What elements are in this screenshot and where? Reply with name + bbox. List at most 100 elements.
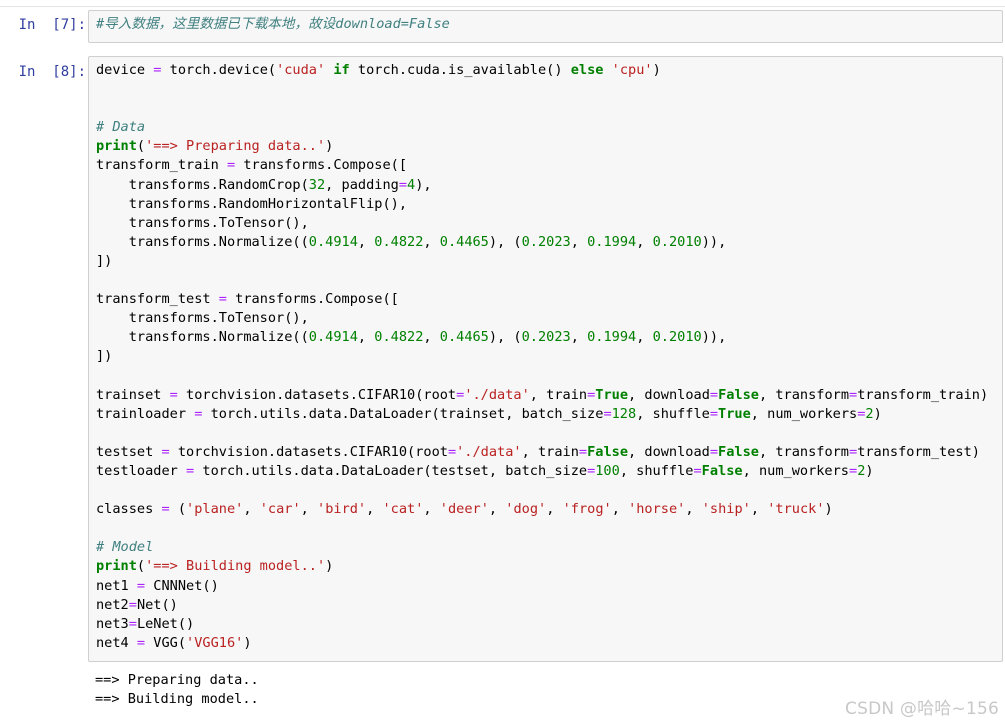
csdn-watermark: CSDN @哈哈~156 bbox=[845, 699, 999, 719]
code-token: = bbox=[169, 386, 178, 403]
code-token: , padding bbox=[325, 176, 399, 193]
code-token: ( bbox=[169, 501, 187, 518]
code-token: trainloader bbox=[96, 405, 195, 422]
code-token: = bbox=[218, 291, 227, 308]
code-token: = bbox=[226, 157, 236, 174]
code-line[interactable] bbox=[96, 99, 995, 118]
code-token: = bbox=[128, 615, 137, 632]
code-line[interactable]: # Model bbox=[96, 538, 995, 557]
code-line[interactable]: transforms.RandomCrop(32, padding=4), bbox=[96, 176, 995, 195]
code-line[interactable]: print('==> Building model..') bbox=[96, 557, 995, 576]
code-line[interactable]: transform_test = transforms.Compose([ bbox=[96, 290, 995, 309]
code-token: # Data bbox=[96, 119, 146, 136]
code-token: , train bbox=[529, 386, 588, 403]
code-line[interactable]: net2=Net() bbox=[96, 596, 995, 615]
code-token: if bbox=[333, 62, 350, 78]
code-line[interactable]: testloader = torch.utils.data.DataLoader… bbox=[96, 462, 995, 481]
code-token: = bbox=[603, 405, 612, 422]
code-line[interactable]: # Data bbox=[96, 118, 995, 137]
code-token: 0.2010 bbox=[652, 329, 702, 346]
code-line[interactable]: print('==> Preparing data..') bbox=[96, 137, 995, 156]
code-token: , download bbox=[628, 443, 710, 460]
top-divider bbox=[0, 6, 1005, 7]
code-line[interactable]: #导入数据，这里数据已下载本地，故设download=False bbox=[96, 15, 995, 34]
code-token: torch.utils.data.DataLoader(testset, bat… bbox=[194, 462, 588, 479]
code-token: transforms.RandomHorizontalFlip(), bbox=[96, 195, 407, 212]
code-token: 'cuda' bbox=[276, 62, 326, 78]
code-token: , bbox=[300, 501, 318, 518]
code-line[interactable] bbox=[96, 424, 995, 443]
code-token: 0.4914 bbox=[308, 233, 358, 250]
code-token: ) bbox=[325, 558, 334, 575]
code-token: , download bbox=[628, 386, 710, 403]
code-token: 'ship' bbox=[701, 501, 751, 518]
code-token: 0.4914 bbox=[308, 329, 358, 346]
code-line[interactable]: ]) bbox=[96, 252, 995, 271]
code-line[interactable]: testset = torchvision.datasets.CIFAR10(r… bbox=[96, 443, 995, 462]
code-line[interactable]: trainloader = torch.utils.data.DataLoade… bbox=[96, 405, 995, 424]
code-input-area[interactable]: device = torch.device('cuda' if torch.cu… bbox=[88, 56, 1003, 662]
code-token: , shuffle bbox=[619, 462, 694, 479]
code-token: 2 bbox=[865, 405, 874, 422]
code-line[interactable]: net3=LeNet() bbox=[96, 615, 995, 634]
code-token: 'cpu' bbox=[611, 62, 653, 78]
code-token: 'dog' bbox=[505, 501, 547, 518]
code-token: net1 bbox=[96, 577, 137, 594]
code-line[interactable]: trainset = torchvision.datasets.CIFAR10(… bbox=[96, 386, 995, 405]
code-token: torch.utils.data.DataLoader(trainset, ba… bbox=[202, 405, 604, 422]
code-token: , bbox=[636, 329, 653, 346]
code-line[interactable]: transforms.RandomHorizontalFlip(), bbox=[96, 195, 995, 214]
code-token: , bbox=[357, 233, 375, 250]
code-token: transforms.ToTensor(), bbox=[96, 310, 309, 327]
code-token: ) bbox=[243, 634, 252, 651]
code-line[interactable]: transforms.ToTensor(), bbox=[96, 214, 995, 233]
code-token: False bbox=[718, 443, 759, 460]
code-token: transform_test bbox=[96, 291, 219, 308]
code-token: transforms.ToTensor(), bbox=[96, 214, 309, 231]
code-token: = bbox=[693, 462, 702, 479]
code-token: ]) bbox=[96, 348, 113, 365]
code-token: , bbox=[570, 233, 588, 250]
code-line[interactable] bbox=[96, 519, 995, 538]
code-token: True bbox=[595, 386, 629, 403]
code-line[interactable] bbox=[96, 367, 995, 386]
code-token: print bbox=[96, 138, 137, 155]
code-token: VGG( bbox=[145, 634, 187, 651]
code-line[interactable]: device = torch.device('cuda' if torch.cu… bbox=[96, 61, 995, 80]
code-token: = bbox=[447, 443, 457, 460]
code-line[interactable]: transform_train = transforms.Compose([ bbox=[96, 156, 995, 175]
code-line[interactable] bbox=[96, 80, 995, 99]
code-line[interactable]: transforms.ToTensor(), bbox=[96, 309, 995, 328]
code-token: = bbox=[161, 443, 170, 460]
code-token: , bbox=[488, 501, 506, 518]
code-token: = bbox=[709, 405, 719, 422]
code-token: net4 bbox=[96, 634, 137, 651]
code-token: 0.2010 bbox=[652, 233, 702, 250]
code-token: = bbox=[186, 462, 195, 479]
code-token: torchvision.datasets.CIFAR10(root bbox=[177, 386, 457, 403]
code-token: 0.4465 bbox=[439, 329, 489, 346]
code-line[interactable]: net1 = CNNNet() bbox=[96, 577, 995, 596]
code-token: ), bbox=[415, 176, 432, 193]
code-line[interactable] bbox=[96, 271, 995, 290]
code-line[interactable]: classes = ('plane', 'car', 'bird', 'cat'… bbox=[96, 500, 995, 519]
code-line[interactable]: transforms.Normalize((0.4914, 0.4822, 0.… bbox=[96, 233, 995, 252]
code-token: transforms.Normalize(( bbox=[96, 329, 309, 346]
code-token: , train bbox=[521, 443, 579, 460]
code-token: '==> Preparing data..' bbox=[145, 138, 326, 155]
code-line[interactable]: net4 = VGG('VGG16') bbox=[96, 634, 995, 653]
code-token: 0.2023 bbox=[521, 329, 571, 346]
code-token: ]) bbox=[96, 252, 113, 269]
code-token: else bbox=[570, 62, 604, 78]
code-token: = bbox=[578, 443, 588, 460]
code-line[interactable]: ]) bbox=[96, 347, 995, 366]
code-token: 'VGG16' bbox=[186, 634, 244, 651]
code-token: ( bbox=[136, 558, 146, 575]
code-line[interactable] bbox=[96, 481, 995, 500]
code-token: net2 bbox=[96, 596, 129, 613]
code-token: transform_train bbox=[96, 157, 227, 174]
code-input-area[interactable]: #导入数据，这里数据已下载本地，故设download=False bbox=[88, 10, 1003, 43]
code-token: 0.4822 bbox=[374, 233, 424, 250]
code-line[interactable]: transforms.Normalize((0.4914, 0.4822, 0.… bbox=[96, 328, 995, 347]
